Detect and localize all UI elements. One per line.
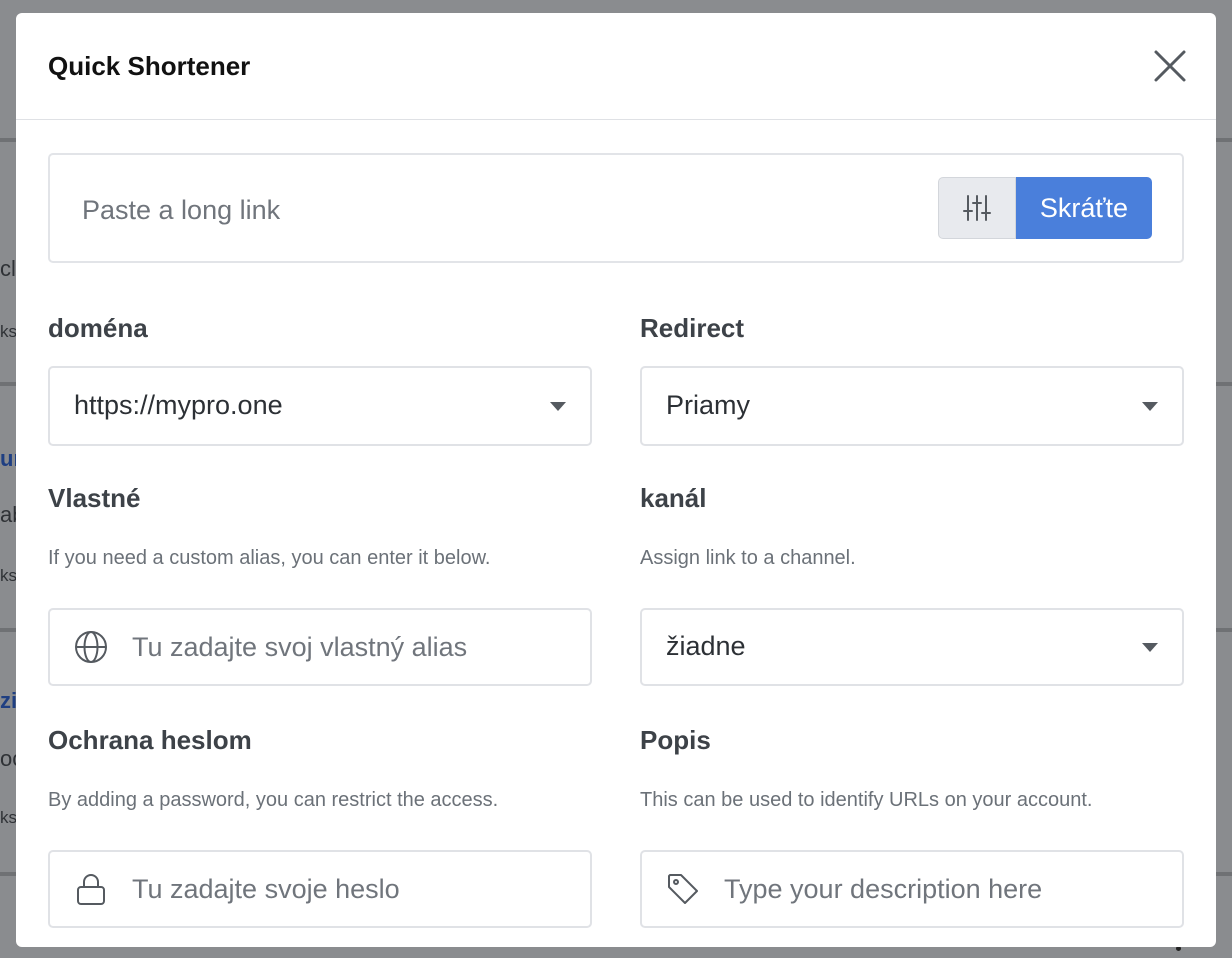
quick-shortener-modal: Quick Shortener Paste a long link Skráťt… — [16, 13, 1216, 947]
password-label: Ochrana heslom — [48, 725, 252, 755]
close-button[interactable] — [1152, 48, 1188, 84]
password-field[interactable]: Tu zadajte svoje heslo — [48, 850, 592, 928]
redirect-label: Redirect — [640, 313, 745, 343]
tag-icon — [668, 874, 698, 904]
advanced-options-button[interactable] — [938, 177, 1016, 239]
background-text: ab — [0, 502, 16, 527]
channel-help: Assign link to a channel. — [640, 547, 856, 569]
chevron-down-icon — [1142, 402, 1158, 411]
domain-select[interactable]: https://mypro.one — [48, 366, 592, 446]
redirect-value: Priamy — [666, 390, 751, 420]
globe-icon — [75, 631, 107, 663]
long-link-input[interactable] — [82, 185, 902, 235]
redirect-select[interactable]: Priamy — [640, 366, 1184, 446]
description-help: This can be used to identify URLs on you… — [640, 789, 1093, 811]
background-link: zi — [0, 688, 16, 713]
channel-select[interactable]: žiadne — [640, 608, 1184, 686]
description-label: Popis — [640, 725, 711, 755]
background-text: ks — [0, 566, 16, 585]
description-placeholder: Type your description here — [724, 874, 1043, 904]
channel-value: žiadne — [666, 631, 746, 661]
channel-label: kanál — [640, 483, 707, 513]
modal-title: Quick Shortener — [48, 51, 251, 81]
sliders-icon — [963, 195, 991, 221]
background-text: ks — [0, 808, 16, 827]
modal-header: Quick Shortener — [16, 13, 1216, 120]
custom-alias-label: Vlastné — [48, 483, 141, 513]
domain-value: https://mypro.one — [74, 390, 283, 420]
description-field[interactable]: Type your description here — [640, 850, 1184, 928]
password-placeholder: Tu zadajte svoje heslo — [132, 874, 400, 904]
link-input-box: Skráťte — [48, 153, 1184, 263]
password-help: By adding a password, you can restrict t… — [48, 789, 499, 811]
background-link: ur — [0, 446, 16, 471]
shorten-button[interactable]: Skráťte — [1016, 177, 1152, 239]
background-text: cl — [0, 256, 16, 281]
custom-alias-field[interactable]: Tu zadajte svoj vlastný alias — [48, 608, 592, 686]
chevron-down-icon — [550, 402, 566, 411]
background-text: oc — [0, 746, 16, 771]
domain-label: doména — [48, 313, 148, 343]
close-icon — [1154, 50, 1186, 82]
custom-alias-placeholder: Tu zadajte svoj vlastný alias — [132, 632, 468, 662]
lock-icon — [77, 874, 105, 905]
custom-alias-help: If you need a custom alias, you can ente… — [48, 547, 491, 569]
chevron-down-icon — [1142, 643, 1158, 652]
background-text: ks — [0, 322, 16, 341]
